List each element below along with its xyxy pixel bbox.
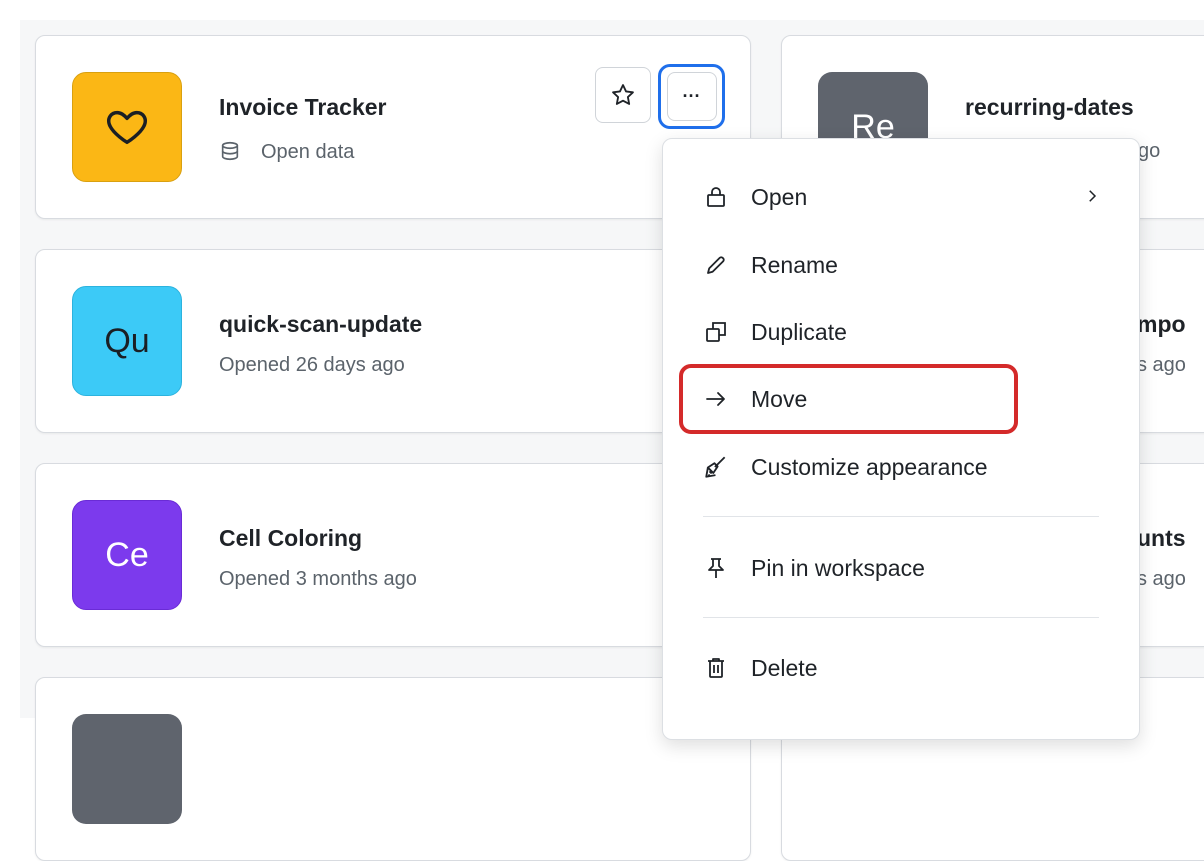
card-subtitle: s ago bbox=[1137, 568, 1186, 590]
paintbrush-icon bbox=[703, 454, 729, 480]
card-title: quick-scan-update bbox=[219, 311, 423, 337]
card-subtitle: Opened 26 days ago bbox=[219, 354, 405, 376]
quick-tile: Qu bbox=[72, 286, 182, 396]
trash-icon bbox=[703, 655, 729, 681]
more-options-icon: ··· bbox=[682, 86, 701, 106]
card-subtitle: Opened 3 months ago bbox=[219, 568, 417, 590]
card-subtitle: Open data bbox=[219, 140, 354, 168]
partial-tile bbox=[72, 714, 182, 824]
card-title: Invoice Tracker bbox=[219, 94, 387, 120]
card-cell-coloring[interactable]: Ce Cell Coloring Opened 3 months ago bbox=[35, 463, 751, 647]
menu-item-open[interactable]: Open bbox=[683, 169, 1119, 225]
menu-item-label: Rename bbox=[751, 251, 838, 278]
card-invoice-tracker[interactable]: Invoice Tracker Open data ··· bbox=[35, 35, 751, 219]
star-icon bbox=[612, 84, 634, 105]
move-highlight-box bbox=[679, 364, 1018, 434]
heart-icon bbox=[107, 110, 147, 145]
card-title: Cell Coloring bbox=[219, 525, 363, 551]
card-title: recurring-dates bbox=[965, 94, 1134, 120]
menu-item-label: Open bbox=[751, 183, 808, 210]
card-title: unts bbox=[1137, 525, 1186, 551]
chevron-right-icon bbox=[1083, 184, 1101, 211]
menu-separator bbox=[703, 516, 1099, 517]
menu-item-pin-in-workspace[interactable]: Pin in workspace bbox=[683, 540, 1119, 596]
menu-item-rename[interactable]: Rename bbox=[683, 237, 1119, 293]
menu-item-customize-appearance[interactable]: Customize appearance bbox=[683, 439, 1119, 495]
menu-separator bbox=[703, 617, 1099, 618]
duplicate-icon bbox=[703, 319, 729, 345]
card-subtitle: go bbox=[1138, 140, 1161, 162]
pin-icon bbox=[703, 555, 729, 581]
card-quick-scan-update[interactable]: Qu quick-scan-update Opened 26 days ago bbox=[35, 249, 751, 433]
context-menu: Open Rename Duplicate Move Customize app… bbox=[662, 138, 1140, 740]
menu-item-label: Delete bbox=[751, 654, 818, 681]
menu-item-duplicate[interactable]: Duplicate bbox=[683, 304, 1119, 360]
star-button[interactable] bbox=[595, 67, 651, 123]
lock-icon bbox=[703, 184, 729, 210]
database-icon bbox=[219, 140, 241, 168]
menu-item-label: Pin in workspace bbox=[751, 554, 925, 581]
menu-item-label: Duplicate bbox=[751, 318, 847, 345]
card-partial-bottom[interactable] bbox=[35, 677, 751, 861]
card-subtitle-text: Open data bbox=[261, 141, 355, 163]
menu-item-delete[interactable]: Delete bbox=[683, 640, 1119, 696]
pencil-icon bbox=[703, 252, 729, 278]
card-subtitle: s ago bbox=[1137, 354, 1186, 376]
card-title: mpo bbox=[1137, 311, 1186, 337]
invoice-tile bbox=[72, 72, 182, 182]
cell-tile: Ce bbox=[72, 500, 182, 610]
menu-item-label: Customize appearance bbox=[751, 453, 988, 480]
more-options-button[interactable]: ··· bbox=[658, 64, 725, 129]
